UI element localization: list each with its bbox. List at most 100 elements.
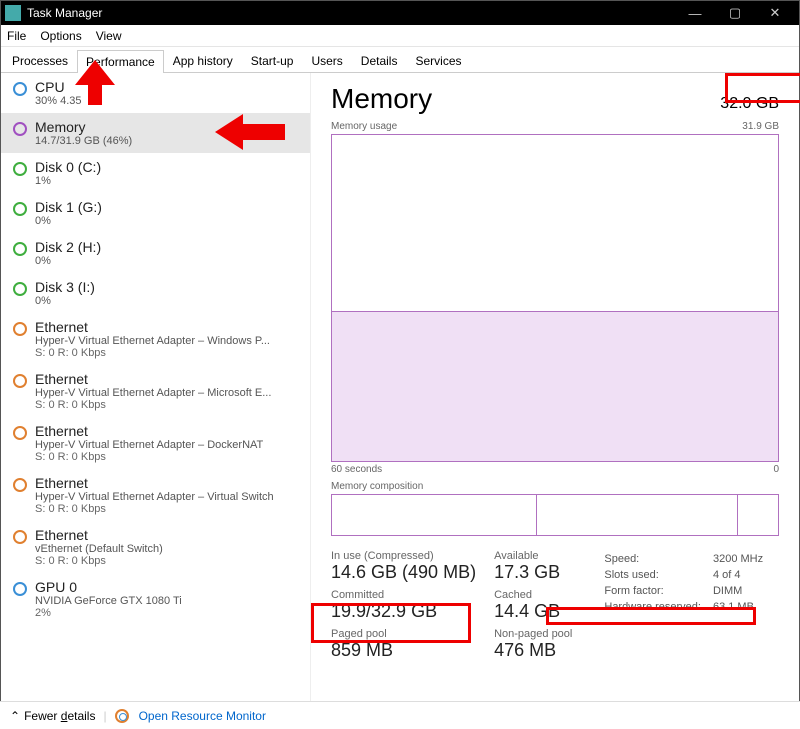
paged-value: 859 MB xyxy=(331,640,476,661)
open-resource-monitor-link[interactable]: Open Resource Monitor xyxy=(139,709,266,723)
sidebar-item-sub2: S: 0 R: 0 Kbps xyxy=(35,347,270,359)
memory-total: 32.0 GB xyxy=(720,95,779,113)
in-use-label: In use (Compressed) xyxy=(331,550,476,562)
usage-chart-max: 31.9 GB xyxy=(742,121,779,132)
sidebar-item-name: Ethernet xyxy=(35,319,270,335)
in-use-value: 14.6 GB (490 MB) xyxy=(331,562,476,583)
status-ring-icon xyxy=(13,374,27,388)
sidebar-item-name: Disk 0 (C:) xyxy=(35,159,101,175)
menu-options[interactable]: Options xyxy=(40,29,81,43)
sidebar-item-sub: Hyper-V Virtual Ethernet Adapter – Virtu… xyxy=(35,491,274,503)
status-ring-icon xyxy=(13,82,27,96)
window-title: Task Manager xyxy=(27,6,102,20)
sidebar-item-ethernet[interactable]: EthernetHyper-V Virtual Ethernet Adapter… xyxy=(1,417,310,469)
main-content: CPU30% 4.35Memory14.7/31.9 GB (46%)Disk … xyxy=(1,73,799,701)
minimize-button[interactable]: — xyxy=(675,6,715,21)
status-ring-icon xyxy=(13,426,27,440)
slots-label: Slots used: xyxy=(604,568,711,582)
sidebar-item-name: Ethernet xyxy=(35,423,263,439)
hardware-info: Speed:3200 MHz Slots used:4 of 4 Form fa… xyxy=(602,550,775,661)
composition-label: Memory composition xyxy=(331,481,779,492)
reserved-label: Hardware reserved: xyxy=(604,600,711,614)
sidebar-item-disk-1-g-[interactable]: Disk 1 (G:)0% xyxy=(1,193,310,233)
stat-committed: Committed 19.9/32.9 GB xyxy=(331,589,476,622)
speed-label: Speed: xyxy=(604,552,711,566)
sidebar-item-sub2: 2% xyxy=(35,607,182,619)
close-button[interactable]: ✕ xyxy=(755,5,795,21)
menu-file[interactable]: File xyxy=(7,29,26,43)
status-ring-icon xyxy=(13,202,27,216)
status-ring-icon xyxy=(13,582,27,596)
stat-paged: Paged pool 859 MB xyxy=(331,628,476,661)
speed-value: 3200 MHz xyxy=(713,552,773,566)
sidebar-item-sub2: S: 0 R: 0 Kbps xyxy=(35,451,263,463)
sidebar-item-name: Disk 3 (I:) xyxy=(35,279,95,295)
chevron-up-icon[interactable]: ⌃ xyxy=(10,709,20,723)
sidebar-item-name: Ethernet xyxy=(35,371,271,387)
sidebar-item-sub: vEthernet (Default Switch) xyxy=(35,543,163,555)
cached-value: 14.4 GB xyxy=(494,601,572,622)
comp-seg-free xyxy=(738,495,778,535)
maximize-button[interactable]: ▢ xyxy=(715,5,755,21)
stat-available: Available 17.3 GB xyxy=(494,550,572,583)
chart-x-right: 0 xyxy=(773,464,779,475)
memory-composition-bar xyxy=(331,494,779,536)
tab-users[interactable]: Users xyxy=(302,49,351,72)
sidebar-item-sub: 0% xyxy=(35,295,95,307)
titlebar: Task Manager — ▢ ✕ xyxy=(1,1,799,25)
sidebar-item-sub2: S: 0 R: 0 Kbps xyxy=(35,555,163,567)
stat-nonpaged: Non-paged pool 476 MB xyxy=(494,628,572,661)
sidebar-item-disk-3-i-[interactable]: Disk 3 (I:)0% xyxy=(1,273,310,313)
available-label: Available xyxy=(494,550,572,562)
sidebar-item-gpu-0[interactable]: GPU 0NVIDIA GeForce GTX 1080 Ti2% xyxy=(1,573,310,625)
sidebar-item-sub: Hyper-V Virtual Ethernet Adapter – Micro… xyxy=(35,387,271,399)
menu-view[interactable]: View xyxy=(96,29,122,43)
sidebar-item-disk-2-h-[interactable]: Disk 2 (H:)0% xyxy=(1,233,310,273)
tab-performance[interactable]: Performance xyxy=(77,50,164,73)
status-ring-icon xyxy=(13,242,27,256)
menu-bar: File Options View xyxy=(1,25,799,47)
sidebar-item-name: CPU xyxy=(35,79,81,95)
sidebar-item-name: GPU 0 xyxy=(35,579,182,595)
form-value: DIMM xyxy=(713,584,773,598)
available-value: 17.3 GB xyxy=(494,562,572,583)
status-ring-icon xyxy=(13,530,27,544)
tab-startup[interactable]: Start-up xyxy=(242,49,303,72)
sidebar-item-cpu[interactable]: CPU30% 4.35 xyxy=(1,73,310,113)
sidebar-item-disk-0-c-[interactable]: Disk 0 (C:)1% xyxy=(1,153,310,193)
detail-title: Memory xyxy=(331,83,432,115)
sidebar-item-memory[interactable]: Memory14.7/31.9 GB (46%) xyxy=(1,113,310,153)
slots-value: 4 of 4 xyxy=(713,568,773,582)
sidebar-item-sub: 30% 4.35 xyxy=(35,95,81,107)
sidebar-item-ethernet[interactable]: EthernetHyper-V Virtual Ethernet Adapter… xyxy=(1,313,310,365)
sidebar-item-sub: 0% xyxy=(35,215,102,227)
sidebar-item-ethernet[interactable]: EthernetvEthernet (Default Switch)S: 0 R… xyxy=(1,521,310,573)
chart-x-left: 60 seconds xyxy=(331,464,382,475)
memory-stats: In use (Compressed) 14.6 GB (490 MB) Ava… xyxy=(331,550,779,661)
form-label: Form factor: xyxy=(604,584,711,598)
tab-services[interactable]: Services xyxy=(406,49,470,72)
usage-chart-label: Memory usage xyxy=(331,121,397,132)
committed-value: 19.9/32.9 GB xyxy=(331,601,476,622)
status-ring-icon xyxy=(13,282,27,296)
tab-app-history[interactable]: App history xyxy=(164,49,242,72)
sidebar-item-sub: NVIDIA GeForce GTX 1080 Ti xyxy=(35,595,182,607)
app-icon xyxy=(5,5,21,21)
sidebar-item-ethernet[interactable]: EthernetHyper-V Virtual Ethernet Adapter… xyxy=(1,365,310,417)
fewer-details-link[interactable]: Fewer details xyxy=(24,709,95,723)
sidebar-item-sub: 1% xyxy=(35,175,101,187)
tab-processes[interactable]: Processes xyxy=(3,49,77,72)
stat-cached: Cached 14.4 GB xyxy=(494,589,572,622)
paged-label: Paged pool xyxy=(331,628,476,640)
sidebar-item-ethernet[interactable]: EthernetHyper-V Virtual Ethernet Adapter… xyxy=(1,469,310,521)
sidebar-item-name: Disk 2 (H:) xyxy=(35,239,101,255)
comp-seg-standby xyxy=(537,495,738,535)
committed-label: Committed xyxy=(331,589,476,601)
nonpaged-value: 476 MB xyxy=(494,640,572,661)
memory-usage-chart xyxy=(331,134,779,462)
tab-details[interactable]: Details xyxy=(352,49,407,72)
memory-detail-pane: Memory 32.0 GB Memory usage 31.9 GB 60 s… xyxy=(311,73,799,701)
sidebar-item-name: Ethernet xyxy=(35,475,274,491)
status-ring-icon xyxy=(13,478,27,492)
stat-in-use: In use (Compressed) 14.6 GB (490 MB) xyxy=(331,550,476,583)
